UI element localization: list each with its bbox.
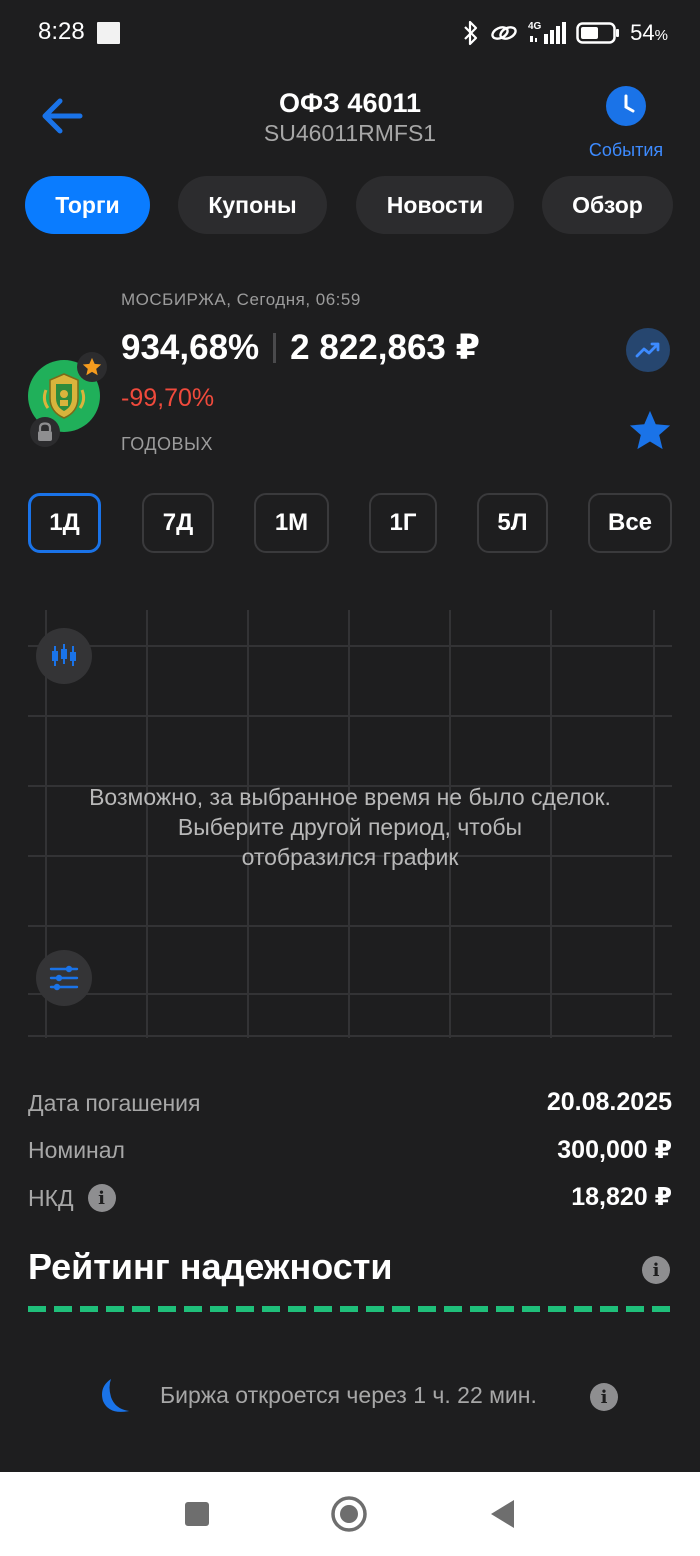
section-tabs: Торги Купоны Новости Обзор [25,176,675,234]
market-status: Биржа откроется через 1 ч. 22 мин. i [0,1374,700,1420]
info-icon[interactable]: i [87,1184,116,1212]
clock-icon [606,86,646,126]
chart-settings-button[interactable] [36,950,92,1006]
reliability-rating-title: Рейтинг надежности [28,1246,393,1287]
market-info-icon[interactable]: i [590,1383,618,1411]
period-selector: 1Д 7Д 1М 1Г 5Л Все [28,493,672,555]
quote-block: МОСБИРЖА, Сегодня, 06:59 934,68% 2 822,8… [0,282,700,462]
sliders-icon [49,965,79,991]
nominal-row: Номинал 300,000 ₽ [28,1133,672,1169]
status-time: 8:28 [38,18,85,45]
nominal-value: 300,000 ₽ [557,1136,672,1164]
maturity-date-row: Дата погашения 20.08.2025 [28,1086,672,1122]
price-row: 934,68% 2 822,863 ₽ [121,328,480,368]
system-nav-bar [0,1472,700,1556]
lock-icon [30,417,60,447]
back-nav-button[interactable] [480,1492,524,1536]
moon-icon [102,1379,129,1412]
price-value: 2 822,863 ₽ [290,328,480,367]
candlestick-toggle-button[interactable] [36,628,92,684]
square-icon [185,1502,209,1526]
maturity-date-value: 20.08.2025 [546,1088,672,1116]
tab-news[interactable]: Новости [356,176,514,234]
tab-overview[interactable]: Обзор [542,176,673,234]
signal-icon: 4G [528,21,567,44]
accrued-interest-label: НКД i [28,1184,116,1212]
status-bar: 8:28 4G 54% [0,0,700,66]
network-label: 4G [528,21,542,32]
maturity-date-label: Дата погашения [28,1090,201,1116]
home-button[interactable] [327,1492,371,1536]
yield-value: 934,68% [121,328,260,367]
issuer-logo [28,352,107,447]
price-chart: Возможно, за выбранное время не было сде… [28,610,672,1038]
home-circle-icon [331,1496,367,1532]
period-1d[interactable]: 1Д [28,493,101,553]
rating-dashed-bar [28,1306,672,1312]
bluetooth-icon [464,20,478,46]
battery-icon [576,22,620,44]
period-5y[interactable]: 5Л [477,493,548,553]
battery-percent: 54% [630,20,668,45]
period-all[interactable]: Все [588,493,672,553]
accrued-interest-row: НКД i 18,820 ₽ [28,1180,672,1216]
events-label: События [588,140,664,160]
recents-button[interactable] [175,1492,219,1536]
link-icon [491,26,517,40]
status-indicators: 4G 54% [462,16,668,50]
period-1y[interactable]: 1Г [369,493,437,553]
trend-up-icon [635,342,660,358]
period-7d[interactable]: 7Д [142,493,214,553]
exchange-timestamp: МОСБИРЖА, Сегодня, 06:59 [121,290,361,309]
star-badge-icon [77,352,107,382]
price-change: -99,70% [121,384,215,412]
favorite-star-icon[interactable] [627,409,673,453]
events-button[interactable]: События [574,84,678,164]
period-1m[interactable]: 1М [254,493,329,553]
tab-coupons[interactable]: Купоны [178,176,327,234]
bond-screen: 8:28 4G 54% ОФЗ 46011 SU46011RMFS1 Событ… [0,0,700,1556]
yield-label: ГОДОВЫХ [121,434,213,454]
back-triangle-icon [491,1500,514,1528]
nominal-label: Номинал [28,1137,125,1163]
price-divider [273,333,277,363]
no-data-message: Возможно, за выбранное время не было сде… [89,784,611,870]
rating-info-icon[interactable]: i [642,1256,670,1284]
market-status-text: Биржа откроется через 1 ч. 22 мин. [160,1382,537,1408]
header: ОФЗ 46011 SU46011RMFS1 События [0,80,700,170]
candlestick-icon [52,644,76,666]
accrued-interest-value: 18,820 ₽ [571,1183,672,1211]
trend-button[interactable] [626,328,670,372]
notification-icon [97,22,120,44]
tab-trading[interactable]: Торги [25,176,150,234]
